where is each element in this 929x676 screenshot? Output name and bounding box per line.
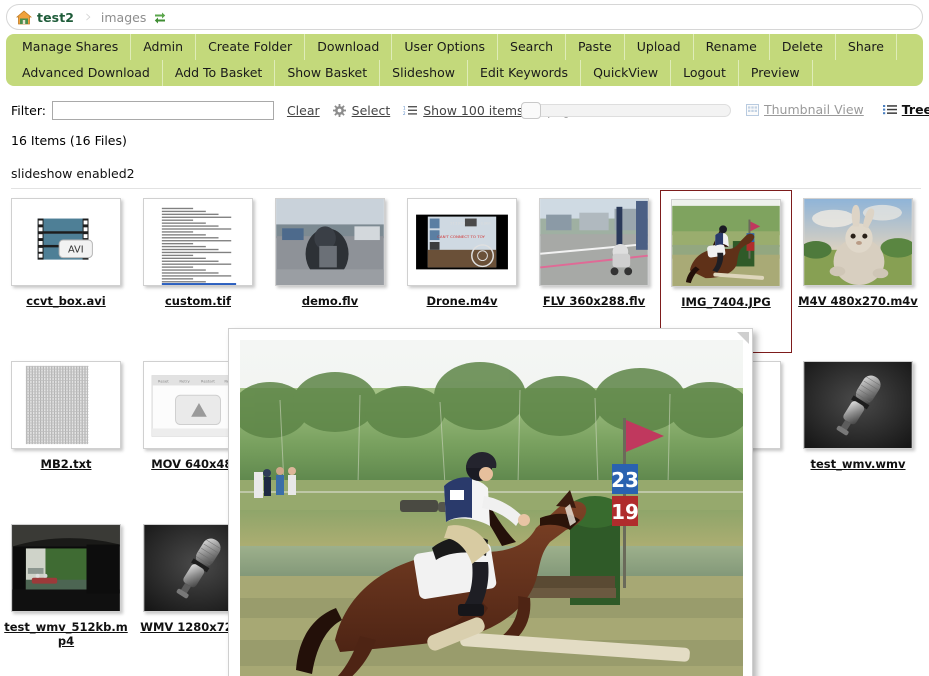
thumbnail-image[interactable] (11, 361, 121, 449)
thumbnail-item[interactable]: AVI ccvt_box.avi (0, 190, 132, 353)
thumbnail-filename[interactable]: test_wmv.wmv (796, 457, 920, 471)
svg-text:CAN'T CONNECT TO TOY: CAN'T CONNECT TO TOY (437, 234, 485, 239)
svg-text:57:19:29: 57:19:29 (450, 221, 465, 225)
quickview-overlay[interactable]: 23 19 (228, 328, 753, 676)
breadcrumb: test2 › images (6, 4, 923, 30)
breadcrumb-current-label[interactable]: images (101, 10, 146, 25)
tree-view-link[interactable]: Tree View (902, 102, 929, 117)
svg-text:1: 1 (403, 105, 406, 110)
slider-track[interactable] (529, 104, 731, 117)
svg-text:Reset: Reset (158, 379, 169, 384)
toolbar-item-manage-shares[interactable]: Manage Shares (12, 34, 131, 60)
thumbnail-filename[interactable]: ccvt_box.avi (4, 294, 128, 308)
thumbnail-image[interactable]: CAN'T CONNECT TO TOY 57:19:29 0.0Km (407, 198, 517, 286)
breadcrumb-separator: › (85, 7, 92, 27)
slider-knob[interactable] (521, 102, 541, 119)
toolbar-item-user-options[interactable]: User Options (392, 34, 498, 60)
svg-text:0.0Km: 0.0Km (481, 221, 492, 225)
thumbnail-filename[interactable]: M4V 480x270.m4v (796, 294, 920, 308)
toolbar-item-upload[interactable]: Upload (625, 34, 694, 60)
toolbar-item-paste[interactable]: Paste (566, 34, 625, 60)
toolbar-item-quickview[interactable]: QuickView (581, 60, 671, 86)
thumbnail-item[interactable]: test_wmv_512kb.mp4 (0, 516, 132, 676)
toolbar-item-add-to-basket[interactable]: Add To Basket (163, 60, 275, 86)
thumbnail-filename[interactable]: test_wmv_512kb.mp4 (4, 620, 128, 648)
divider (11, 188, 921, 189)
toolbar-item-download[interactable]: Download (305, 34, 392, 60)
breadcrumb-home-label[interactable]: test2 (37, 10, 74, 25)
toolbar-item-slideshow[interactable]: Slideshow (380, 60, 468, 86)
toolbar-row-1: Manage SharesAdminCreate FolderDownloadU… (12, 34, 917, 60)
toolbar-item-edit-keywords[interactable]: Edit Keywords (468, 60, 581, 86)
file-manager-page: test2 › images Manage SharesAdminCreate … (0, 0, 929, 676)
toolbar-item-share[interactable]: Share (836, 34, 897, 60)
toolbar-item-logout[interactable]: Logout (671, 60, 739, 86)
toolbar-item-delete[interactable]: Delete (770, 34, 836, 60)
toolbar-item-admin[interactable]: Admin (131, 34, 196, 60)
svg-text:Retry: Retry (179, 379, 190, 384)
item-count-label: 16 Items (16 Files) (11, 133, 127, 148)
home-icon[interactable] (16, 10, 32, 25)
toolbar-item-search[interactable]: Search (498, 34, 566, 60)
svg-text:2: 2 (403, 110, 406, 115)
thumbnail-image[interactable] (803, 361, 913, 449)
list-ordered-icon[interactable]: 1 2 (403, 105, 417, 116)
svg-text:23: 23 (611, 468, 639, 492)
thumbnail-image[interactable]: AVI (11, 198, 121, 286)
tree-list-icon[interactable] (883, 104, 897, 115)
thumbnail-filename[interactable]: FLV 360x288.flv (532, 294, 656, 308)
thumbnail-image[interactable] (11, 524, 121, 612)
quickview-image: 23 19 (240, 340, 743, 676)
svg-text:AVI: AVI (68, 245, 84, 256)
svg-text:Restart: Restart (201, 379, 215, 384)
thumbnail-image[interactable] (803, 198, 913, 286)
svg-text:19: 19 (611, 500, 639, 524)
gear-icon[interactable] (333, 104, 346, 117)
status-message: slideshow enabled2 (11, 166, 135, 181)
filter-label: Filter: (11, 103, 46, 118)
thumbnail-item[interactable]: MB2.txt (0, 353, 132, 516)
thumbnail-grid-icon[interactable] (746, 104, 759, 116)
thumbnail-image[interactable] (143, 198, 253, 286)
thumbnail-filename[interactable]: demo.flv (268, 294, 392, 308)
main-toolbar: Manage SharesAdminCreate FolderDownloadU… (6, 34, 923, 86)
view-mode-switch: Thumbnail View Tree View (746, 102, 929, 117)
toolbar-item-show-basket[interactable]: Show Basket (275, 60, 380, 86)
thumbnail-item[interactable]: test_wmv.wmv (792, 353, 924, 516)
toolbar-item-rename[interactable]: Rename (694, 34, 770, 60)
thumbnail-filename[interactable]: custom.tif (136, 294, 260, 308)
toolbar-item-advanced-download[interactable]: Advanced Download (12, 60, 163, 86)
thumbnail-filename[interactable]: Drone.m4v (400, 294, 524, 308)
clear-filter-link[interactable]: Clear (287, 103, 320, 118)
thumbnail-filename[interactable]: IMG_7404.JPG (664, 295, 788, 309)
thumbnail-filename[interactable]: MB2.txt (4, 457, 128, 471)
filter-input[interactable] (52, 101, 274, 120)
thumbnail-size-slider[interactable] (521, 102, 731, 118)
thumbnail-image[interactable] (275, 198, 385, 286)
thumbnail-image[interactable] (539, 198, 649, 286)
thumbnail-image[interactable] (671, 199, 781, 287)
thumbnail-item[interactable]: M4V 480x270.m4v (792, 190, 924, 353)
select-link[interactable]: Select (352, 103, 391, 118)
refresh-swap-icon[interactable] (153, 10, 167, 24)
toolbar-item-create-folder[interactable]: Create Folder (196, 34, 305, 60)
toolbar-item-preview[interactable]: Preview (739, 60, 813, 86)
thumbnail-view-link[interactable]: Thumbnail View (764, 102, 864, 117)
toolbar-row-2: Advanced DownloadAdd To BasketShow Baske… (12, 60, 917, 86)
